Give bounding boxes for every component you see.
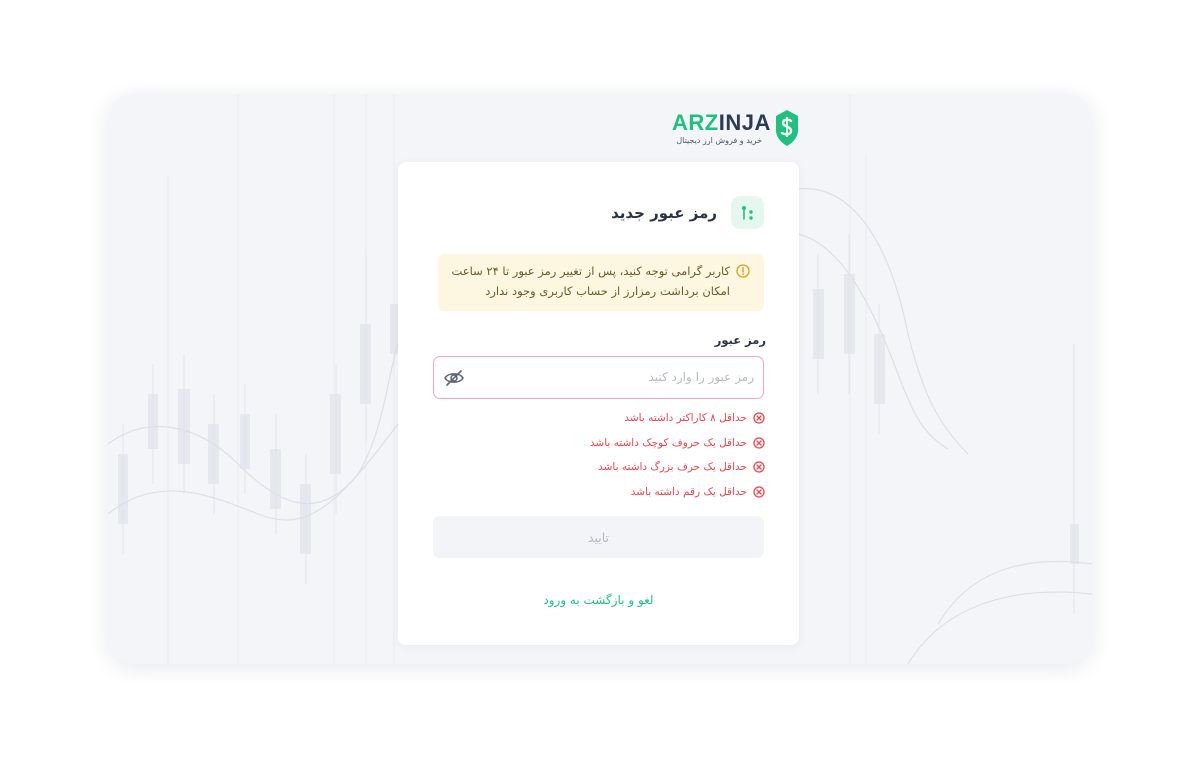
page-frame: ARZINJA خرید و فروش ارز دیجیتال رمز عبور… [108, 94, 1092, 664]
brand-shield-icon [776, 110, 798, 146]
password-rule-text: حداقل یک حرف بزرگ داشته باشد [598, 461, 747, 474]
password-field-wrapper [433, 356, 764, 399]
password-rule-text: حداقل ۸ کاراکتر داشته باشد [624, 412, 747, 425]
password-rule-item: حداقل یک حروف کوچک داشته باشد [465, 431, 765, 456]
warning-alert: کاربر گرامی توجه کنید، پس از تغییر رمز ع… [438, 254, 764, 311]
password-input[interactable] [474, 357, 754, 397]
page-title: رمز عبور جدید [611, 203, 717, 222]
brand-name: ARZINJA [672, 110, 771, 135]
password-rules-list: حداقل ۸ کاراکتر داشته باشد حداقل یک حروف… [465, 406, 765, 504]
password-rule-text: حداقل یک حروف کوچک داشته باشد [589, 436, 747, 449]
warning-circle-icon [736, 264, 750, 278]
x-circle-icon [753, 486, 765, 498]
eye-off-icon[interactable] [443, 367, 465, 389]
cancel-back-to-login-link[interactable]: لغو و بازگشت به ورود [398, 593, 799, 607]
card-header: رمز عبور جدید [611, 196, 764, 229]
brand-tagline: خرید و فروش ارز دیجیتال [676, 136, 762, 145]
password-rule-item: حداقل یک رقم داشته باشد [465, 480, 765, 505]
password-label: رمز عبور [714, 333, 766, 347]
x-circle-icon [753, 412, 765, 424]
reset-password-card: رمز عبور جدید کاربر گرامی توجه کنید، پس … [398, 162, 799, 645]
x-circle-icon [753, 437, 765, 449]
submit-button[interactable]: تایید [433, 516, 764, 558]
key-dots-icon [731, 196, 764, 229]
brand-logo[interactable]: ARZINJA خرید و فروش ارز دیجیتال [672, 106, 802, 150]
password-rule-text: حداقل یک رقم داشته باشد [630, 485, 747, 498]
password-rule-item: حداقل ۸ کاراکتر داشته باشد [465, 406, 765, 431]
x-circle-icon [753, 461, 765, 473]
password-rule-item: حداقل یک حرف بزرگ داشته باشد [465, 455, 765, 480]
alert-message: کاربر گرامی توجه کنید، پس از تغییر رمز ع… [451, 264, 730, 298]
